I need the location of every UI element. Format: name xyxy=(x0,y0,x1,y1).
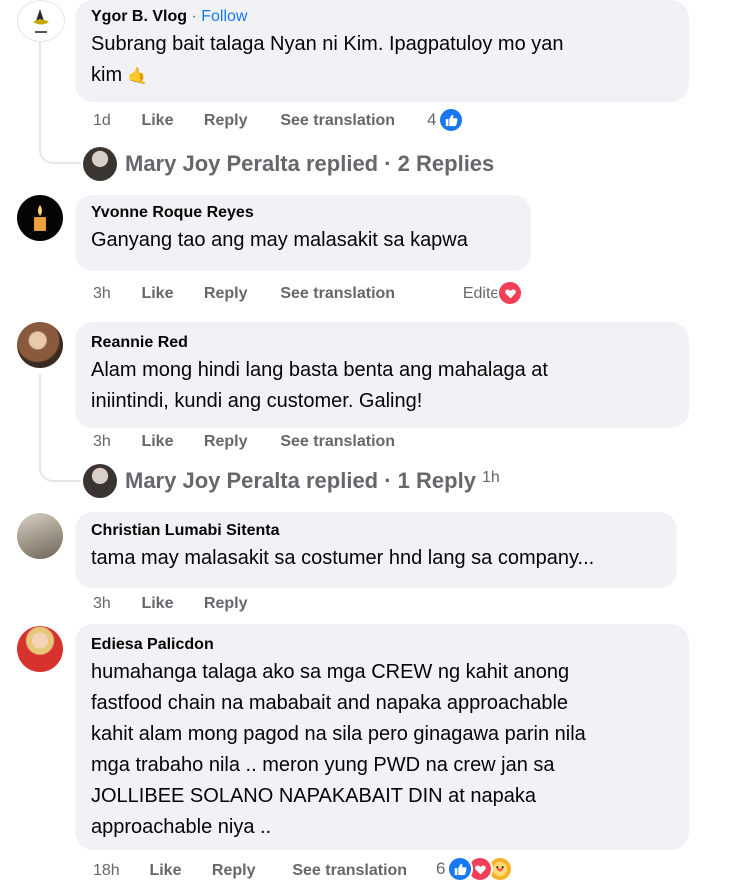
thread-line xyxy=(39,40,41,140)
comment-bubble: Christian Lumabi Sitenta tama may malasa… xyxy=(75,512,677,588)
call-me-hand-emoji: 🤙 xyxy=(127,68,148,85)
comment-text: fastfood chain na mababait and napaka ap… xyxy=(91,692,569,714)
reply-button[interactable]: Reply xyxy=(204,111,276,131)
reaction-count: 4 xyxy=(427,110,437,129)
comment-actions: 1d Like Reply See translation xyxy=(93,111,395,131)
comment-text: approachable niya .. xyxy=(91,816,272,838)
timestamp[interactable]: 3h xyxy=(93,594,137,614)
comment-text: kim xyxy=(91,64,123,86)
comment-actions: 3h Like Reply See translation Edited xyxy=(93,284,508,304)
comment-author[interactable]: Christian Lumabi Sitenta xyxy=(91,521,663,541)
heart-icon xyxy=(497,280,523,306)
avatar[interactable] xyxy=(17,322,63,368)
comment-text: kahit alam mong pagod na sila pero ginag… xyxy=(91,723,586,745)
comment-text: mga trabaho nila .. meron yung PWD na cr… xyxy=(91,754,555,776)
like-button[interactable]: Like xyxy=(141,432,199,452)
like-button[interactable]: Like xyxy=(141,111,199,131)
comment-author[interactable]: Ediesa Palicdon xyxy=(91,635,675,655)
reply-button[interactable]: Reply xyxy=(204,432,276,452)
reaction-summary[interactable]: 4 xyxy=(427,107,465,133)
replies-summary[interactable]: Mary Joy Peralta replied · 1 Reply xyxy=(125,468,476,494)
separator-dot: · xyxy=(191,8,197,25)
reaction-summary[interactable] xyxy=(497,280,523,306)
comment-text: JOLLIBEE SOLANO NAPAKABAIT DIN at napaka xyxy=(91,785,537,807)
avatar-logo-icon xyxy=(33,9,49,33)
reply-button[interactable]: Reply xyxy=(204,594,248,614)
comment-text: tama may malasakit sa costumer hnd lang … xyxy=(91,547,595,569)
timestamp[interactable]: 18h xyxy=(93,861,145,881)
scrollbar-track[interactable] xyxy=(744,0,750,887)
view-replies-link[interactable]: Mary Joy Peralta replied · 2 Replies xyxy=(83,147,494,181)
comment-author[interactable]: Ygor B. Vlog xyxy=(91,8,187,25)
thread-curve xyxy=(39,140,81,164)
reply-timestamp[interactable]: 1h xyxy=(482,469,500,487)
comment-bubble: Reannie Red Alam mong hindi lang basta b… xyxy=(75,322,689,428)
like-button[interactable]: Like xyxy=(141,594,199,614)
candle-icon xyxy=(34,205,46,231)
comment-bubble: Yvonne Roque Reyes Ganyang tao ang may m… xyxy=(75,195,531,271)
comment-author[interactable]: Yvonne Roque Reyes xyxy=(91,203,517,223)
replies-summary[interactable]: Mary Joy Peralta replied · 2 Replies xyxy=(125,151,494,177)
reply-button[interactable]: Reply xyxy=(212,861,288,881)
avatar[interactable] xyxy=(17,513,63,559)
avatar[interactable] xyxy=(17,195,63,241)
avatar[interactable] xyxy=(17,0,65,42)
reaction-count: 6 xyxy=(436,859,446,878)
comment-text: iniintindi, kundi ang customer. Galing! xyxy=(91,390,423,412)
like-icon xyxy=(447,856,474,882)
see-translation-button[interactable]: See translation xyxy=(280,432,395,452)
view-replies-link[interactable]: Mary Joy Peralta replied · 1 Reply 1h xyxy=(83,464,500,498)
comment-text: Alam mong hindi lang basta benta ang mah… xyxy=(91,359,548,381)
thread-curve xyxy=(39,458,81,482)
comment-bubble: Ygor B. Vlog · Follow Subrang bait talag… xyxy=(75,0,689,102)
comment-bubble: Ediesa Palicdon humahanga talaga ako sa … xyxy=(75,624,689,850)
see-translation-button[interactable]: See translation xyxy=(292,861,407,881)
timestamp[interactable]: 3h xyxy=(93,432,137,452)
reaction-summary[interactable]: 6 xyxy=(436,856,514,882)
like-icon xyxy=(438,107,465,133)
comment-text: Subrang bait talaga Nyan ni Kim. Ipagpat… xyxy=(91,33,564,55)
comment-actions: 3h Like Reply xyxy=(93,594,247,614)
see-translation-button[interactable]: See translation xyxy=(280,111,395,131)
thread-line xyxy=(39,374,41,458)
avatar[interactable] xyxy=(17,626,63,672)
comment-actions: 3h Like Reply See translation xyxy=(93,432,395,452)
follow-button[interactable]: Follow xyxy=(201,8,247,25)
like-button[interactable]: Like xyxy=(149,861,207,881)
timestamp[interactable]: 3h xyxy=(93,284,137,304)
comment-text: humahanga talaga ako sa mga CREW ng kahi… xyxy=(91,661,570,683)
timestamp[interactable]: 1d xyxy=(93,111,137,131)
avatar xyxy=(83,464,117,498)
avatar xyxy=(83,147,117,181)
comment-actions: 18h Like Reply See translation xyxy=(93,861,407,881)
see-translation-button[interactable]: See translation xyxy=(280,284,458,304)
comment-text: Ganyang tao ang may malasakit sa kapwa xyxy=(91,229,468,251)
like-button[interactable]: Like xyxy=(141,284,199,304)
comment-author[interactable]: Reannie Red xyxy=(91,333,675,353)
reply-button[interactable]: Reply xyxy=(204,284,276,304)
